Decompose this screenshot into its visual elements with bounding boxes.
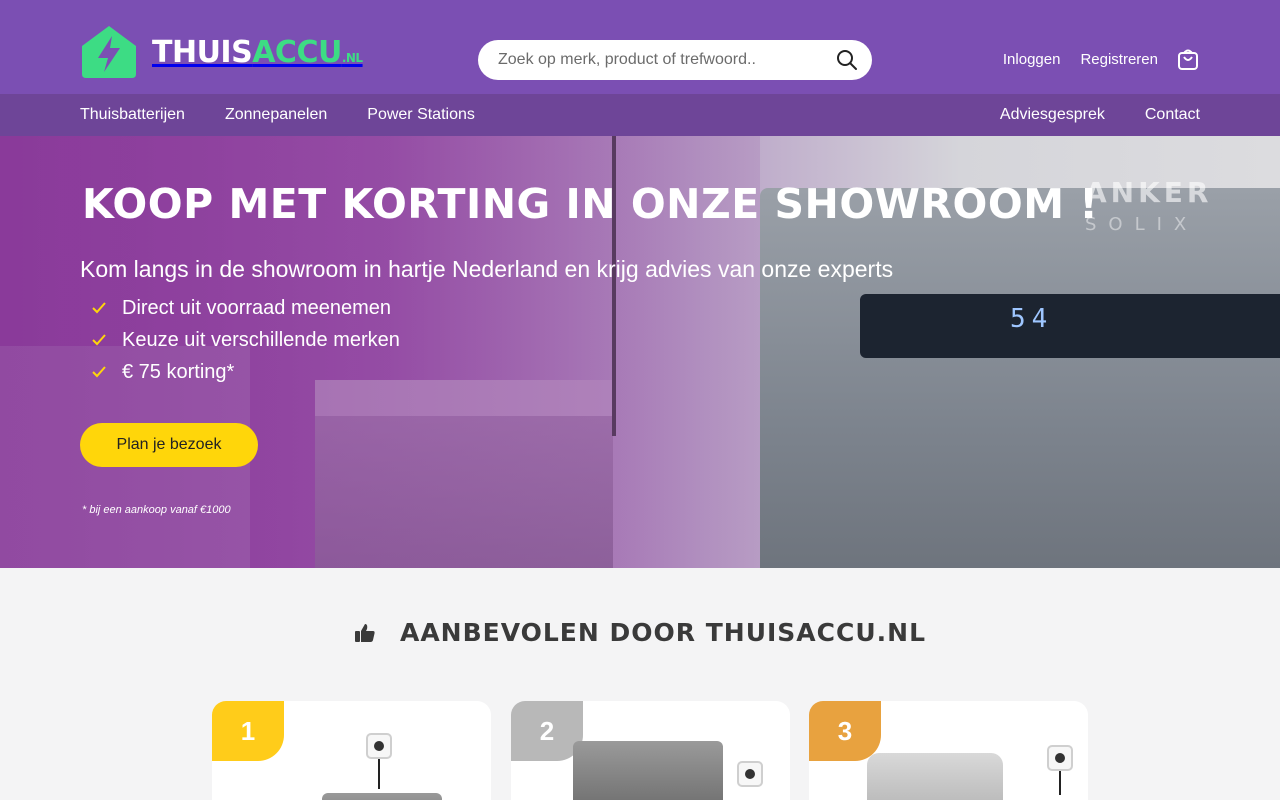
recommended-heading: AANBEVOLEN DOOR THUISACCU.NL [0,618,1280,647]
hero-banner: 54 ANKER SOLIX KOOP MET KORTING IN ONZE … [0,136,1280,568]
nav-right: Adviesgesprek Contact [960,94,1200,136]
top-bar: THUISACCU.NL Inloggen Registreren [0,0,1280,94]
list-item: Keuze uit verschillende merken [92,324,400,356]
product-image [867,753,1003,800]
hero-device-brand: ANKER [1085,176,1213,209]
hero-subtitle: Kom langs in de showroom in hartje Neder… [80,256,894,282]
rank-badge: 3 [809,701,881,761]
benefit-text: Keuze uit verschillende merken [122,328,400,351]
logo-main: THUIS [152,34,253,70]
register-link[interactable]: Registreren [1080,51,1158,68]
logo-tld: .NL [341,50,363,65]
hero-title: KOOP MET KORTING IN ONZE SHOWROOM ! [82,180,1099,228]
hero-photo-home-battery [760,188,1280,568]
account-links: Inloggen Registreren [983,47,1200,71]
hero-device-readout: 54 [1010,304,1054,334]
lightning-house-icon [82,26,136,78]
rank-badge: 1 [212,701,284,761]
product-image [322,793,442,800]
logo-accent: ACCU [252,34,342,70]
socket-image [366,733,392,759]
site-logo[interactable]: THUISACCU.NL [80,24,363,80]
product-card-3[interactable]: 3 [809,701,1088,800]
product-card-1[interactable]: 1 [212,701,491,800]
search-bar [478,40,872,80]
search-input[interactable] [498,40,818,80]
check-icon [92,366,106,378]
hero-benefits: Direct uit voorraad meenemen Keuze uit v… [92,292,400,388]
login-link[interactable]: Inloggen [1003,51,1061,68]
recommended-title: AANBEVOLEN DOOR THUISACCU.NL [399,618,927,647]
product-card-2[interactable]: 2 [511,701,790,800]
main-nav: Thuisbatterijen Zonnepanelen Power Stati… [0,94,1280,136]
cable-image [1059,771,1061,795]
benefit-text: Direct uit voorraad meenemen [122,296,392,319]
nav-item-contact[interactable]: Contact [1145,106,1200,124]
socket-image [1047,745,1073,771]
search-icon[interactable] [836,49,858,71]
logo-wordmark: THUISACCU.NL [152,35,363,70]
list-item: € 75 korting* [92,356,400,388]
nav-item-power-stations[interactable]: Power Stations [367,106,475,124]
cable-image [378,759,380,789]
nav-item-adviesgesprek[interactable]: Adviesgesprek [1000,106,1105,124]
benefit-text: € 75 korting* [122,360,235,383]
cart-icon[interactable] [1176,47,1200,71]
discount-disclaimer: * bij een aankoop vanaf €1000 [82,504,231,516]
plan-visit-button[interactable]: Plan je bezoek [80,423,258,467]
nav-item-thuisbatterijen[interactable]: Thuisbatterijen [80,106,185,124]
nav-left: Thuisbatterijen Zonnepanelen Power Stati… [80,94,515,136]
check-icon [92,334,106,346]
hero-device-brand-sub: SOLIX [1085,214,1199,235]
nav-item-zonnepanelen[interactable]: Zonnepanelen [225,106,327,124]
product-image [573,741,723,800]
check-icon [92,302,106,314]
socket-image [737,761,763,787]
list-item: Direct uit voorraad meenemen [92,292,400,324]
thumbs-up-icon [354,623,375,642]
hero-device-display [860,294,1280,358]
